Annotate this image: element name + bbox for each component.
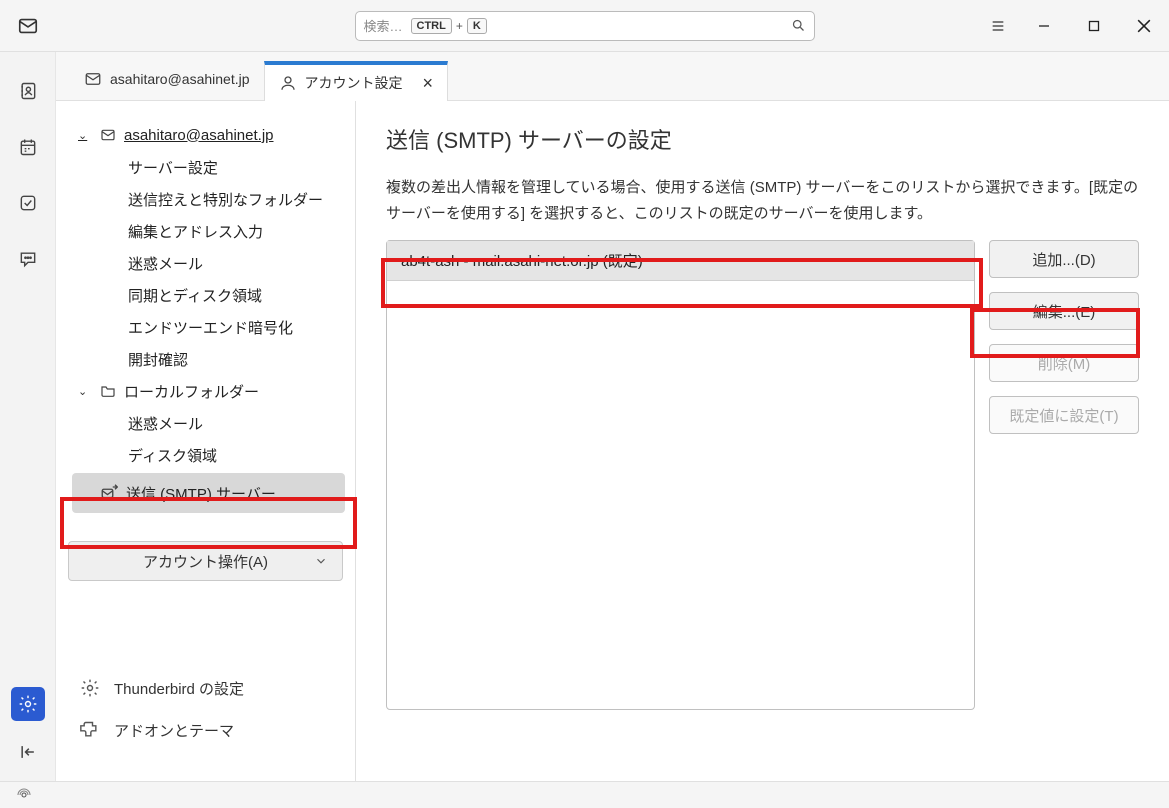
tab-close-icon[interactable]: × [423,74,434,92]
app-menu-button[interactable] [977,0,1019,52]
calendar-icon[interactable] [11,130,45,164]
activity-bar [0,52,56,781]
chat-icon[interactable] [11,242,45,276]
smtp-server-list[interactable]: ab4t-ash - mail.asahi-net.or.jp (既定) [386,240,975,710]
smtp-server-item[interactable]: ab4t-ash - mail.asahi-net.or.jp (既定) [387,241,974,281]
tree-account-root[interactable]: ⌄ asahitaro@asahinet.jp [66,119,351,151]
kbd-plus: + [456,19,463,33]
close-button[interactable] [1119,0,1169,52]
chevron-down-icon [314,554,328,568]
settings-nav-icon[interactable] [11,687,45,721]
delete-smtp-button[interactable]: 削除(M) [989,344,1139,382]
chevron-down-icon: ⌄ [78,129,92,142]
tree-item-sync[interactable]: 同期とディスク領域 [66,279,351,311]
minimize-button[interactable] [1019,0,1069,52]
addons-themes-label: アドオンとテーマ [114,720,234,741]
kbd-ctrl: CTRL [411,18,452,34]
status-bar [0,781,1169,808]
gear-icon [80,678,100,698]
folder-icon [100,383,116,399]
maximize-button[interactable] [1069,0,1119,52]
thunderbird-settings-link[interactable]: Thunderbird の設定 [70,667,341,709]
titlebar-mail-icon[interactable] [0,15,56,37]
settings-sidebar: ⌄ asahitaro@asahinet.jp サーバー設定 送信控えと特別なフ… [56,101,356,781]
sync-status-icon[interactable] [16,787,32,803]
tree-item-smtp-label: 送信 (SMTP) サーバー [126,483,276,504]
mail-account-icon [84,70,102,88]
titlebar: 検索… CTRL + K [0,0,1169,52]
tab-account[interactable]: asahitaro@asahinet.jp [70,60,264,100]
search-input[interactable]: 検索… CTRL + K [355,11,815,41]
tree-item-composition[interactable]: 編集とアドレス入力 [66,215,351,247]
tree-local-folders-label: ローカルフォルダー [124,381,259,402]
tree-account-label: asahitaro@asahinet.jp [124,127,274,144]
search-placeholder: 検索… [364,16,403,35]
tab-account-label: asahitaro@asahinet.jp [110,71,250,87]
add-smtp-button[interactable]: 追加...(D) [989,240,1139,278]
address-book-icon[interactable] [11,74,45,108]
tree-item-return-receipts[interactable]: 開封確認 [66,343,351,375]
thunderbird-settings-label: Thunderbird の設定 [114,678,244,699]
tree-item-smtp[interactable]: 送信 (SMTP) サーバー [72,473,345,513]
tabs-row: asahitaro@asahinet.jp アカウント設定 × [56,52,1169,100]
chevron-down-icon: ⌄ [78,385,92,398]
search-icon [791,18,806,33]
account-actions-button[interactable]: アカウント操作(A) [68,541,343,581]
tab-account-settings-label: アカウント設定 [305,73,403,93]
outgoing-icon [100,484,118,502]
edit-smtp-button[interactable]: 編集...(E) [989,292,1139,330]
smtp-server-item-label: ab4t-ash - mail.asahi-net.or.jp (既定) [401,250,643,271]
account-actions-label: アカウント操作(A) [143,551,268,572]
addon-icon [80,720,100,740]
pane-title: 送信 (SMTP) サーバーの設定 [386,123,1139,155]
tree-item-copies-folders[interactable]: 送信控えと特別なフォルダー [66,183,351,215]
tasks-icon[interactable] [11,186,45,220]
mail-account-icon [100,127,116,143]
main-pane: 送信 (SMTP) サーバーの設定 複数の差出人情報を管理している場合、使用する… [356,101,1169,781]
collapse-icon[interactable] [11,735,45,769]
kbd-k: K [467,18,487,34]
tree-item-local-disk[interactable]: ディスク領域 [66,439,351,471]
tree-item-junk[interactable]: 迷惑メール [66,247,351,279]
tree-item-server-settings[interactable]: サーバー設定 [66,151,351,183]
account-settings-icon [279,74,297,92]
tab-account-settings[interactable]: アカウント設定 × [264,61,449,101]
addons-themes-link[interactable]: アドオンとテーマ [70,709,341,751]
set-default-smtp-button[interactable]: 既定値に設定(T) [989,396,1139,434]
tree-local-folders[interactable]: ⌄ ローカルフォルダー [66,375,351,407]
tree-item-e2e[interactable]: エンドツーエンド暗号化 [66,311,351,343]
pane-description: 複数の差出人情報を管理している場合、使用する送信 (SMTP) サーバーをこのリ… [386,175,1139,226]
tree-item-local-junk[interactable]: 迷惑メール [66,407,351,439]
